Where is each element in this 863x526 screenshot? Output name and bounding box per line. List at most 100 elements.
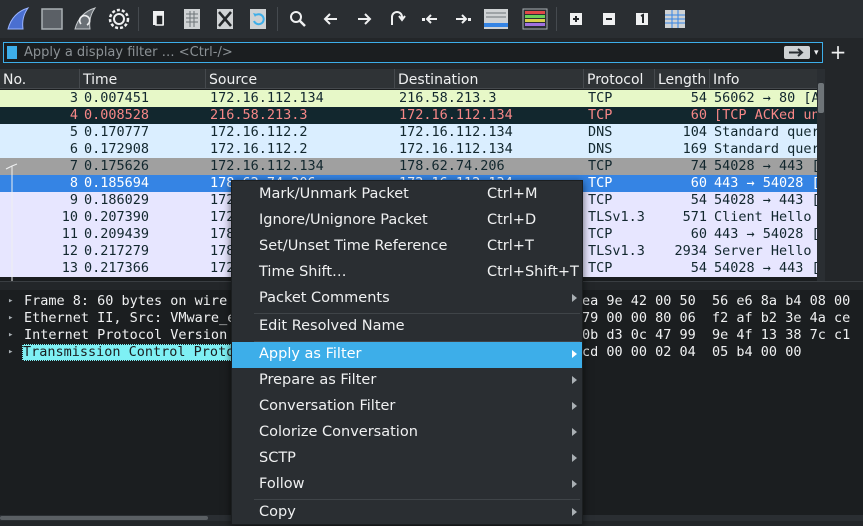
packet-row[interactable]: 5 0.170777 172.16.112.2 172.16.112.134 DNS 10… bbox=[0, 124, 817, 141]
zoom-out-icon[interactable] bbox=[595, 5, 623, 33]
packet-cell-info: Client Hello bbox=[714, 209, 812, 225]
menu-item-shortcut: Ctrl+M bbox=[487, 186, 538, 202]
expand-arrow-icon[interactable]: ▸ bbox=[8, 344, 16, 361]
gear-options-icon[interactable] bbox=[105, 5, 133, 33]
display-filter-field[interactable]: ▾ bbox=[3, 42, 823, 63]
main-toolbar bbox=[0, 0, 863, 38]
packet-context-menu: Mark/Unmark Packet Ctrl+M Ignore/Unignore … bbox=[231, 180, 583, 525]
packet-cell-len: 60 bbox=[690, 226, 707, 242]
menu-item-ignore-unignore-packet[interactable]: Ignore/Unignore Packet Ctrl+D bbox=[232, 208, 582, 234]
packet-cell-len: 104 bbox=[682, 124, 707, 140]
shark-fin-start-icon[interactable] bbox=[4, 5, 32, 33]
display-filter-bar: ▾ + bbox=[0, 40, 863, 66]
column-header-source[interactable]: Source bbox=[206, 69, 395, 89]
menu-item-label: Conversation Filter bbox=[259, 398, 396, 414]
autoscroll-icon[interactable] bbox=[482, 5, 510, 33]
packet-cell-time: 0.186029 bbox=[84, 192, 150, 208]
column-header-destination[interactable]: Destination bbox=[395, 69, 584, 89]
menu-item-shortcut: Ctrl+D bbox=[487, 212, 537, 228]
apply-filter-arrow-icon[interactable] bbox=[784, 46, 810, 59]
submenu-arrow-icon bbox=[572, 508, 577, 516]
display-filter-input[interactable] bbox=[24, 44, 724, 61]
column-header-no[interactable]: No. bbox=[0, 69, 80, 89]
arrow-left-icon[interactable] bbox=[317, 5, 345, 33]
open-file-icon[interactable] bbox=[145, 5, 173, 33]
menu-item-time-shift[interactable]: Time Shift… Ctrl+Shift+T bbox=[232, 260, 582, 286]
colorize-icon[interactable] bbox=[521, 5, 549, 33]
menu-item-prepare-as-filter[interactable]: Prepare as Filter bbox=[232, 368, 582, 394]
packet-list-vertical-scrollbar[interactable] bbox=[817, 69, 825, 281]
packet-cell-src: 172.16.112.134 bbox=[210, 90, 324, 106]
packet-cell-time: 0.209439 bbox=[84, 226, 150, 242]
stop-square-icon[interactable] bbox=[38, 5, 66, 33]
menu-item-sctp[interactable]: SCTP bbox=[232, 446, 582, 472]
go-to-packet-icon[interactable] bbox=[383, 5, 411, 33]
packet-row[interactable]: 7 0.175626 172.16.112.134 178.62.74.206 TCP 7… bbox=[0, 158, 817, 175]
menu-item-edit-resolved-name[interactable]: Edit Resolved Name bbox=[232, 314, 582, 340]
packet-cell-len: 169 bbox=[682, 141, 707, 157]
submenu-arrow-icon bbox=[572, 480, 577, 488]
packet-cell-src: 216.58.213.3 bbox=[210, 107, 308, 123]
menu-item-shortcut: Ctrl+T bbox=[487, 238, 534, 254]
filter-history-dropdown-icon[interactable]: ▾ bbox=[814, 45, 824, 61]
packet-cell-len: 60 bbox=[690, 107, 707, 123]
column-header-time[interactable]: Time bbox=[80, 69, 206, 89]
reload-icon[interactable] bbox=[244, 5, 272, 33]
menu-item-label: Copy bbox=[259, 504, 296, 520]
column-header-length[interactable]: Length bbox=[655, 69, 710, 89]
normal-size-icon[interactable] bbox=[628, 5, 656, 33]
menu-item-colorize-conversation[interactable]: Colorize Conversation bbox=[232, 420, 582, 446]
packet-row[interactable]: 6 0.172908 172.16.112.2 172.16.112.134 DNS 16… bbox=[0, 141, 817, 158]
toolbar-separator bbox=[138, 7, 139, 31]
submenu-arrow-icon bbox=[572, 454, 577, 462]
menu-item-copy[interactable]: Copy bbox=[232, 500, 582, 526]
bookmark-icon[interactable] bbox=[7, 46, 17, 59]
packet-cell-time: 0.217279 bbox=[84, 243, 150, 259]
packet-bytes-pane[interactable]: ea 9e 42 00 50 56 e6 8a b4 08 00 79 00 00… bbox=[580, 290, 863, 515]
expand-arrow-icon[interactable]: ▸ bbox=[8, 327, 16, 344]
packet-cell-info: 443 → 54028 [SYN, ACK] bbox=[714, 175, 817, 191]
column-header-info[interactable]: Info bbox=[710, 69, 817, 89]
menu-item-apply-as-filter[interactable]: Apply as Filter bbox=[232, 342, 582, 368]
packet-cell-src: 172.16.112.2 bbox=[210, 141, 308, 157]
restart-fin-icon[interactable] bbox=[71, 5, 99, 33]
packet-cell-proto: TCP bbox=[588, 192, 613, 208]
packet-cell-time: 0.185694 bbox=[84, 175, 150, 191]
packet-cell-time: 0.217366 bbox=[84, 260, 150, 276]
packet-cell-len: 571 bbox=[682, 209, 707, 225]
packet-cell-proto: TLSv1.3 bbox=[588, 209, 645, 225]
packet-cell-time: 0.008528 bbox=[84, 107, 150, 123]
submenu-arrow-icon bbox=[572, 402, 577, 410]
expand-arrow-icon[interactable]: ▸ bbox=[8, 310, 16, 327]
zoom-in-icon[interactable] bbox=[562, 5, 590, 33]
first-packet-icon[interactable] bbox=[416, 5, 444, 33]
menu-item-follow[interactable]: Follow bbox=[232, 472, 582, 498]
menu-item-conversation-filter[interactable]: Conversation Filter bbox=[232, 394, 582, 420]
resize-columns-icon[interactable] bbox=[661, 5, 689, 33]
packet-cell-time: 0.175626 bbox=[84, 158, 150, 174]
menu-item-label: Packet Comments bbox=[259, 290, 390, 306]
scrollbar-thumb[interactable] bbox=[0, 516, 208, 520]
packet-row[interactable]: 3 0.007451 172.16.112.134 216.58.213.3 TCP 54… bbox=[0, 90, 817, 107]
packet-row[interactable]: 4 0.008528 216.58.213.3 172.16.112.134 TCP 60… bbox=[0, 107, 817, 124]
save-file-icon[interactable] bbox=[178, 5, 206, 33]
packet-cell-info: Standard query response bbox=[714, 141, 817, 157]
packet-cell-len: 54 bbox=[690, 90, 707, 106]
packet-cell-dst: 172.16.112.134 bbox=[399, 107, 513, 123]
add-filter-button-icon[interactable]: + bbox=[829, 40, 847, 64]
arrow-right-icon[interactable] bbox=[350, 5, 378, 33]
menu-item-packet-comments[interactable]: Packet Comments bbox=[232, 286, 582, 312]
last-packet-icon[interactable] bbox=[449, 5, 477, 33]
scrollbar-thumb[interactable] bbox=[818, 83, 824, 113]
packet-cell-proto: TCP bbox=[588, 107, 613, 123]
menu-item-label: Set/Unset Time Reference bbox=[259, 238, 448, 254]
hex-row: ea 9e 42 00 50 56 e6 8a b4 08 00 bbox=[582, 293, 851, 309]
packet-cell-dst: 216.58.213.3 bbox=[399, 90, 497, 106]
expand-arrow-icon[interactable]: ▸ bbox=[8, 293, 16, 310]
menu-item-mark-unmark-packet[interactable]: Mark/Unmark Packet Ctrl+M bbox=[232, 182, 582, 208]
column-header-protocol[interactable]: Protocol bbox=[584, 69, 655, 89]
menu-item-label: SCTP bbox=[259, 450, 296, 466]
menu-item-set-unset-time-reference[interactable]: Set/Unset Time Reference Ctrl+T bbox=[232, 234, 582, 260]
close-file-icon[interactable] bbox=[211, 5, 239, 33]
search-icon[interactable] bbox=[284, 5, 312, 33]
